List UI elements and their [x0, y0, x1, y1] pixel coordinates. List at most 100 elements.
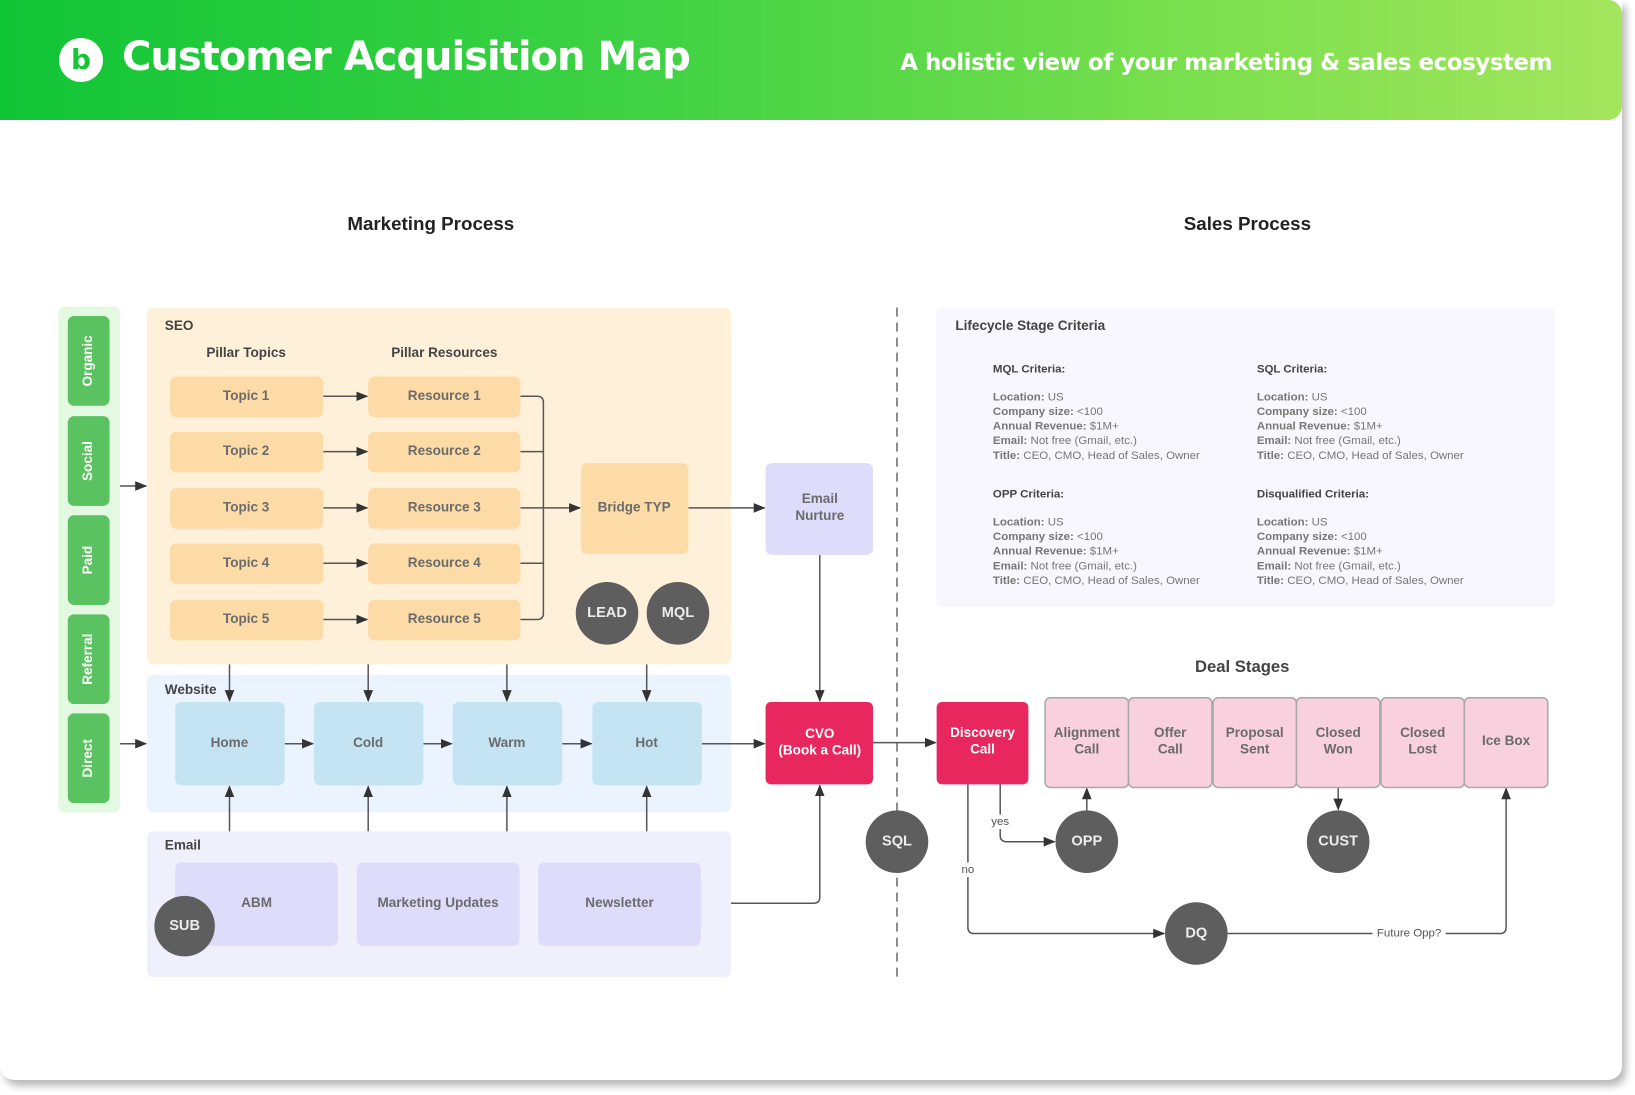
criteria-row: Title: CEO, CMO, Head of Sales, Owner — [1257, 575, 1464, 587]
discovery-call-node[interactable]: DiscoveryCall — [936, 701, 1029, 785]
resource-label: Resource 1 — [408, 388, 482, 403]
criteria-value: Not free (Gmail, etc.) — [1294, 435, 1401, 447]
criteria-key: Title: — [1257, 575, 1287, 587]
criteria-row: Title: CEO, CMO, Head of Sales, Owner — [993, 575, 1200, 587]
criteria-row: Email: Not free (Gmail, etc.) — [993, 435, 1137, 447]
seo-label: SEO — [165, 318, 194, 333]
criteria-row: Annual Revenue: $1M+ — [993, 546, 1119, 558]
website-page-label: Home — [211, 735, 249, 750]
channel-social[interactable]: Social — [67, 416, 110, 506]
criteria-row: Annual Revenue: $1M+ — [993, 421, 1119, 433]
website-hot-node[interactable]: Hot — [592, 701, 702, 786]
resource-node[interactable]: Resource 5 — [368, 599, 521, 641]
criteria-value: $1M+ — [1090, 546, 1119, 558]
discovery-call-label: Discovery — [950, 725, 1015, 740]
criteria-value: Not free (Gmail, etc.) — [1294, 560, 1401, 572]
deal-stage-label: Call — [1158, 741, 1183, 756]
lead-badge-label: LEAD — [587, 605, 627, 621]
deal-stage-label: Alignment — [1054, 725, 1121, 740]
website-home-node[interactable]: Home — [175, 701, 285, 786]
channel-referral[interactable]: Referral — [67, 614, 110, 705]
resource-node[interactable]: Resource 4 — [368, 543, 521, 585]
topic-label: Topic 2 — [223, 443, 269, 458]
deal-stage-label: Closed — [1400, 725, 1445, 740]
cvo-label: CVO — [805, 726, 834, 741]
email-nurture-label: Email — [802, 491, 838, 506]
future-opp-to-icebox-arrow — [1227, 787, 1511, 935]
topic-label: Topic 3 — [223, 500, 270, 515]
sub-badge: SUB — [154, 895, 215, 957]
criteria-row: Location: US — [993, 391, 1064, 403]
email-to-cvo-arrow — [731, 784, 825, 904]
deal-stage-node[interactable]: ProposalSent — [1212, 697, 1298, 789]
deal-stage-node[interactable]: Ice Box — [1463, 697, 1549, 789]
mql-badge: MQL — [646, 581, 710, 645]
criteria-value: $1M+ — [1090, 421, 1119, 433]
criteria-value: Not free (Gmail, etc.) — [1031, 435, 1138, 447]
lifecycle-title: Lifecycle Stage Criteria — [955, 318, 1105, 333]
criteria-value: CEO, CMO, Head of Sales, Owner — [1287, 450, 1464, 462]
criteria-value: US — [1312, 391, 1328, 403]
cust-badge-label: CUST — [1318, 834, 1358, 850]
email-item-node[interactable]: Newsletter — [538, 862, 701, 947]
no-label-text: no — [962, 864, 975, 876]
resource-node[interactable]: Resource 2 — [368, 431, 521, 473]
topic-node[interactable]: Topic 1 — [170, 376, 324, 418]
topic-label: Topic 1 — [223, 388, 270, 403]
website-cold-node[interactable]: Cold — [313, 701, 424, 786]
mql-badge-label: MQL — [662, 605, 695, 621]
website-warm-node[interactable]: Warm — [452, 701, 563, 786]
pillar-resources-header: Pillar Resources — [391, 345, 497, 360]
deal-stage-node[interactable]: ClosedWon — [1295, 697, 1381, 789]
criteria-row: Location: US — [993, 517, 1064, 529]
criteria-row: Email: Not free (Gmail, etc.) — [1257, 435, 1401, 447]
deal-stage-label: Ice Box — [1482, 733, 1531, 748]
criteria-row: Annual Revenue: $1M+ — [1257, 546, 1383, 558]
dq-badge: DQ — [1165, 902, 1228, 965]
resource-node[interactable]: Resource 3 — [368, 488, 521, 529]
deal-stage-node[interactable]: OfferCall — [1127, 697, 1213, 789]
topic-node[interactable]: Topic 5 — [170, 599, 324, 641]
deal-stage-label: Proposal — [1226, 725, 1284, 740]
topic-node[interactable]: Topic 2 — [170, 431, 324, 473]
sql-badge: SQL — [865, 810, 929, 873]
website-page-label: Cold — [353, 735, 383, 750]
bridge-typ-node[interactable]: Bridge TYP — [580, 463, 689, 554]
deal-stage-node[interactable]: AlignmentCall — [1044, 697, 1130, 789]
topic-label: Topic 4 — [223, 555, 270, 570]
criteria-key: Company size: — [993, 531, 1077, 543]
email-item-label: Marketing Updates — [377, 895, 498, 910]
topic-node[interactable]: Topic 4 — [170, 543, 324, 585]
email-item-node[interactable]: Marketing Updates — [356, 862, 520, 947]
channel-label: Referral — [80, 634, 95, 685]
channel-paid[interactable]: Paid — [67, 515, 110, 605]
email-label: Email — [165, 837, 201, 852]
criteria-value: $1M+ — [1354, 546, 1383, 558]
topic-label: Topic 5 — [223, 611, 270, 626]
criteria-row: Company size: <100 — [1257, 531, 1367, 543]
resource-node[interactable]: Resource 1 — [368, 376, 521, 418]
channel-direct[interactable]: Direct — [67, 713, 110, 804]
criteria-row: Location: US — [1257, 391, 1328, 403]
criteria-key: Email: — [993, 435, 1031, 447]
criteria-key: Email: — [1257, 560, 1295, 572]
cvo-node[interactable]: CVO (Book a Call) — [765, 701, 873, 785]
email-nurture-node[interactable]: Email Nurture — [765, 463, 873, 555]
email-item-label: ABM — [241, 895, 272, 910]
criteria-key: Annual Revenue: — [1257, 546, 1354, 558]
future-opp-label: Future Opp? — [1372, 926, 1446, 941]
criteria-key: Title: — [993, 575, 1023, 587]
yes-label-text: yes — [991, 816, 1009, 828]
cvo-label: (Book a Call) — [778, 743, 861, 758]
criteria-key: Company size: — [993, 406, 1077, 418]
deal-stage-label: Won — [1324, 741, 1353, 756]
channel-organic[interactable]: Organic — [67, 316, 110, 406]
deal-stage-node[interactable]: ClosedLost — [1380, 697, 1466, 789]
criteria-key: Company size: — [1257, 406, 1341, 418]
criteria-row: Company size: <100 — [1257, 406, 1367, 418]
criteria-title: OPP Criteria: — [993, 488, 1064, 500]
criteria-key: Location: — [1257, 517, 1312, 529]
topic-node[interactable]: Topic 3 — [170, 488, 324, 529]
resource-label: Resource 5 — [408, 611, 482, 626]
criteria-row: Title: CEO, CMO, Head of Sales, Owner — [993, 450, 1200, 462]
